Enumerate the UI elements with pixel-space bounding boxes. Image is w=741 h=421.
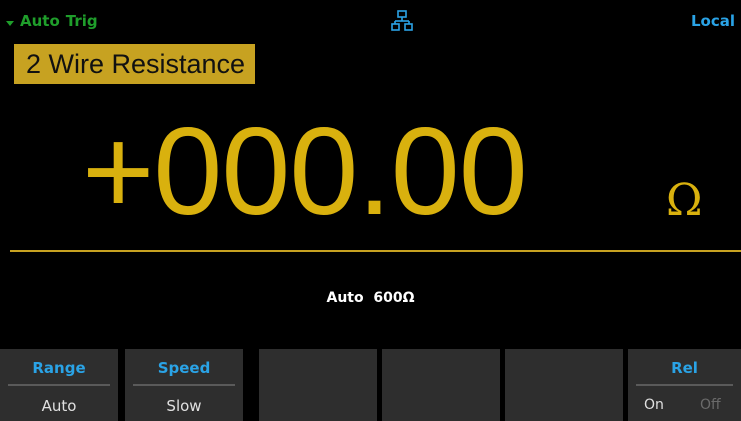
status-bar: Auto Trig Local <box>0 0 741 40</box>
softkey-3[interactable] <box>259 349 377 421</box>
trigger-mode-label: Auto <box>20 12 60 30</box>
measurement-reading: +000.00 <box>82 103 528 241</box>
measurement-unit: Ω <box>666 175 703 226</box>
trigger-arrow-icon <box>6 20 14 26</box>
function-title: 2 Wire Resistance <box>14 44 256 84</box>
softkey-rel-label: Rel <box>671 359 698 377</box>
softkey-4[interactable] <box>382 349 500 421</box>
softkey-bar: Range Auto Speed Slow Rel On Off <box>0 349 741 421</box>
softkey-range-value: Auto <box>41 397 77 415</box>
trigger-source-label: Trig <box>65 12 98 30</box>
range-info: Auto 600Ω <box>0 290 741 306</box>
network-icon <box>391 10 413 31</box>
range-value: 600Ω <box>373 290 415 306</box>
softkey-range-label: Range <box>32 359 86 377</box>
softkey-rel[interactable]: Rel On Off <box>628 349 741 421</box>
softkey-speed-label: Speed <box>157 359 211 377</box>
softkey-5[interactable] <box>505 349 623 421</box>
softkey-speed[interactable]: Speed Slow <box>125 349 243 421</box>
softkey-divider <box>636 384 733 386</box>
softkey-range[interactable]: Range Auto <box>0 349 118 421</box>
softkey-speed-value: Slow <box>166 397 202 415</box>
softkey-divider <box>8 384 110 386</box>
rel-off-option[interactable]: Off <box>700 397 721 413</box>
trigger-status: Auto Trig <box>6 12 98 30</box>
divider <box>10 250 741 252</box>
range-mode: Auto <box>326 290 364 306</box>
rel-on-option[interactable]: On <box>644 397 664 413</box>
softkey-divider <box>133 384 235 386</box>
connection-status: Local <box>690 12 735 30</box>
